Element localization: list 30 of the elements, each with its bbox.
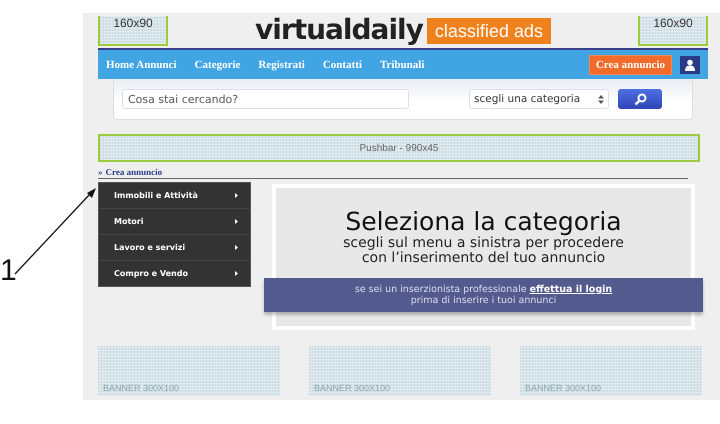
card-subtitle: scegli sul menu a sinistra per procedere bbox=[343, 236, 624, 251]
login-link[interactable]: effettua il login bbox=[530, 284, 612, 295]
ad-banner: BANNER 300X100 bbox=[98, 346, 280, 396]
search-icon bbox=[634, 92, 646, 106]
category-select[interactable]: scegli una categoria bbox=[469, 89, 609, 109]
ad-banner: 160x90 bbox=[638, 16, 708, 46]
breadcrumb-link[interactable]: Crea annuncio bbox=[106, 167, 162, 177]
ad-banner: 160x90 bbox=[98, 16, 168, 46]
user-icon[interactable] bbox=[680, 56, 700, 74]
caret-icon bbox=[235, 245, 238, 250]
pushbar-banner: Pushbar - 990x45 bbox=[98, 134, 700, 162]
card-subtitle: con l’inserimento del tuo annuncio bbox=[362, 251, 606, 266]
caret-icon bbox=[235, 271, 238, 276]
breadcrumb-marker: » bbox=[98, 167, 102, 177]
ad-banner: BANNER 300X100 bbox=[309, 346, 491, 396]
logo-tagline: classified ads bbox=[426, 18, 551, 44]
ad-banner: BANNER 300X100 bbox=[520, 346, 702, 396]
card-title: Seleziona la categoria bbox=[345, 208, 622, 236]
caret-icon bbox=[235, 193, 238, 198]
login-note: se sei un inserzionista professionale effettua il login prima di inserire i tuoi annunci bbox=[354, 284, 612, 306]
category-menu-item[interactable]: Immobili e Attività bbox=[99, 183, 250, 209]
category-menu-item[interactable]: Motori bbox=[99, 209, 250, 235]
category-menu-item[interactable]: Lavoro e servizi bbox=[99, 235, 250, 261]
caret-icon bbox=[235, 219, 238, 224]
category-menu-item[interactable]: Compro e Vendo bbox=[99, 261, 250, 286]
search-field[interactable]: Cosa stai cercando? bbox=[122, 89, 409, 109]
annotation-number: 1 bbox=[0, 256, 17, 286]
site-logo[interactable]: virtualdaily bbox=[255, 16, 423, 44]
search-button[interactable] bbox=[618, 89, 662, 109]
select-arrows-icon bbox=[598, 94, 604, 104]
